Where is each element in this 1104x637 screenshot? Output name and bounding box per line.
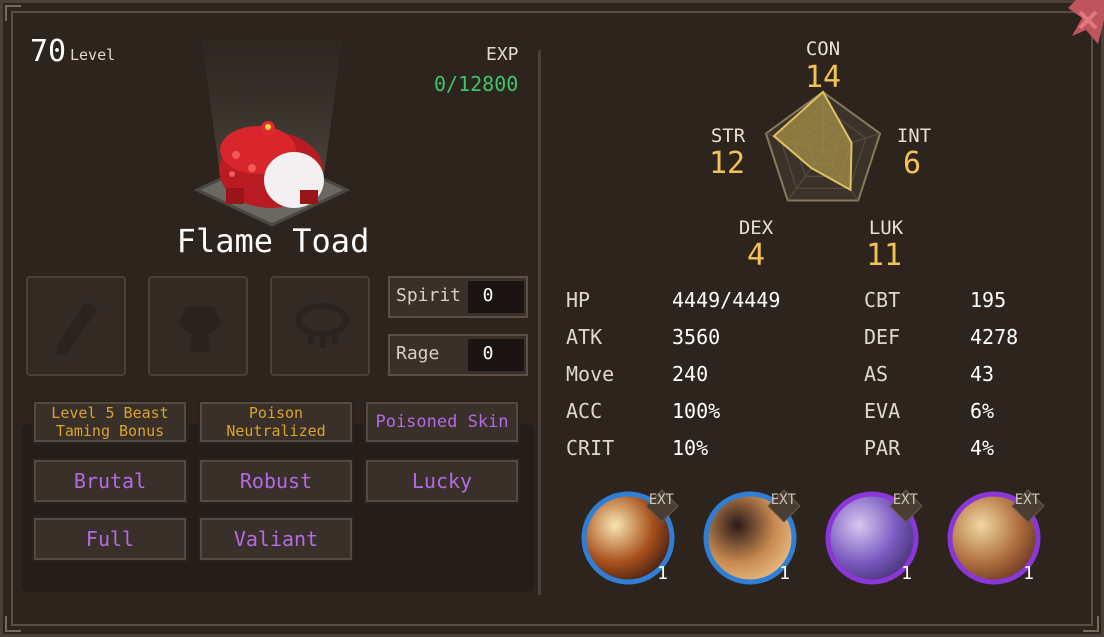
skill-ext-tag: EXT [1014,492,1040,508]
close-icon[interactable] [1068,0,1104,44]
spirit-value-box: 0 [468,281,524,313]
trait-full[interactable]: Full [32,516,188,562]
trait-valiant[interactable]: Valiant [198,516,354,562]
int-value: 6 [902,146,922,181]
armor-icon [178,306,222,352]
skill-slot[interactable]: EXT 1 [578,486,682,586]
necklace-slot[interactable] [270,276,370,376]
int-label: INT [896,125,932,147]
left-stat-value: 100% [672,399,721,423]
trait-label: Valiant [233,527,319,551]
right-stat-value: 4% [970,436,995,460]
trait-brutal[interactable]: Brutal [32,458,188,504]
trait-poisoned-skin[interactable]: Poisoned Skin [364,400,520,444]
trait-panel [22,424,534,592]
str-label: STR [710,125,746,147]
skill-level: 1 [657,563,668,584]
skill-level: 1 [779,563,790,584]
weapon-slot[interactable] [26,276,126,376]
corner-ornament [5,5,21,21]
right-stat-name: DEF [864,325,901,349]
left-stat-name: ATK [566,325,603,349]
left-stat-value: 240 [672,362,709,386]
trait-poison-neutralized[interactable]: Poison Neutralized [198,400,354,444]
right-stat-name: EVA [864,399,901,423]
left-stat-value: 4449/4449 [672,288,781,312]
exp-value: 0/12800 [434,72,519,96]
rage-label: Rage [396,343,440,364]
trait-beast-taming[interactable]: Level 5 Beast Taming Bonus [32,400,188,444]
con-label: CON [805,38,841,60]
dex-value: 4 [746,238,766,273]
necklace-icon [295,303,349,348]
skill-ext-tag: EXT [892,492,918,508]
corner-ornament [1083,616,1099,632]
rage-value-box: 0 [468,339,524,371]
right-stat-value: 6% [970,399,995,423]
pet-name: Flame Toad [176,222,370,260]
left-stat-name: CRIT [566,436,615,460]
trait-label: Neutralized [226,422,326,440]
spirit-value: 0 [482,285,494,306]
trait-label: Full [85,527,135,551]
trait-label: Level 5 Beast [51,404,169,422]
right-stat-name: AS [864,362,889,386]
trait-lucky[interactable]: Lucky [364,458,520,504]
skill-level: 1 [1023,563,1034,584]
attribute-radar-chart [764,90,882,202]
corner-ornament [5,616,21,632]
trait-label: Poison [248,404,304,422]
trait-label: Taming Bonus [55,422,165,440]
skill-slot[interactable]: EXT 1 [700,486,804,586]
trait-label: Lucky [411,469,473,493]
luk-label: LUK [868,217,904,239]
spirit-label: Spirit [396,285,462,306]
rage-gauge: Rage 0 [388,334,528,376]
con-value: 14 [804,60,842,95]
left-stat-value: 10% [672,436,709,460]
level-value: 70 [30,34,67,69]
exp-label: EXP [486,44,519,65]
trait-label: Robust [239,469,313,493]
left-stat-name: ACC [566,399,603,423]
left-stat-name: HP [566,288,591,312]
spirit-gauge: Spirit 0 [388,276,528,318]
left-stat-value: 3560 [672,325,721,349]
panel-divider [538,50,541,595]
right-stat-name: CBT [864,288,901,312]
wand-icon [56,302,98,354]
skill-slot[interactable]: EXT 1 [822,486,926,586]
right-stat-value: 4278 [970,325,1019,349]
trait-robust[interactable]: Robust [198,458,354,504]
str-value: 12 [708,146,746,181]
trait-label: Brutal [73,469,147,493]
skill-level: 1 [901,563,912,584]
armor-slot[interactable] [148,276,248,376]
luk-value: 11 [865,238,903,273]
rage-value: 0 [482,343,494,364]
dex-label: DEX [738,217,774,239]
right-stat-value: 43 [970,362,995,386]
flame-toad-sprite [219,121,324,208]
skill-slot[interactable]: EXT 1 [944,486,1048,586]
right-stat-name: PAR [864,436,901,460]
level-label: Level [70,46,116,64]
right-stat-value: 195 [970,288,1007,312]
skill-ext-tag: EXT [648,492,674,508]
trait-label: Poisoned Skin [375,412,509,432]
skill-ext-tag: EXT [770,492,796,508]
left-stat-name: Move [566,362,615,386]
